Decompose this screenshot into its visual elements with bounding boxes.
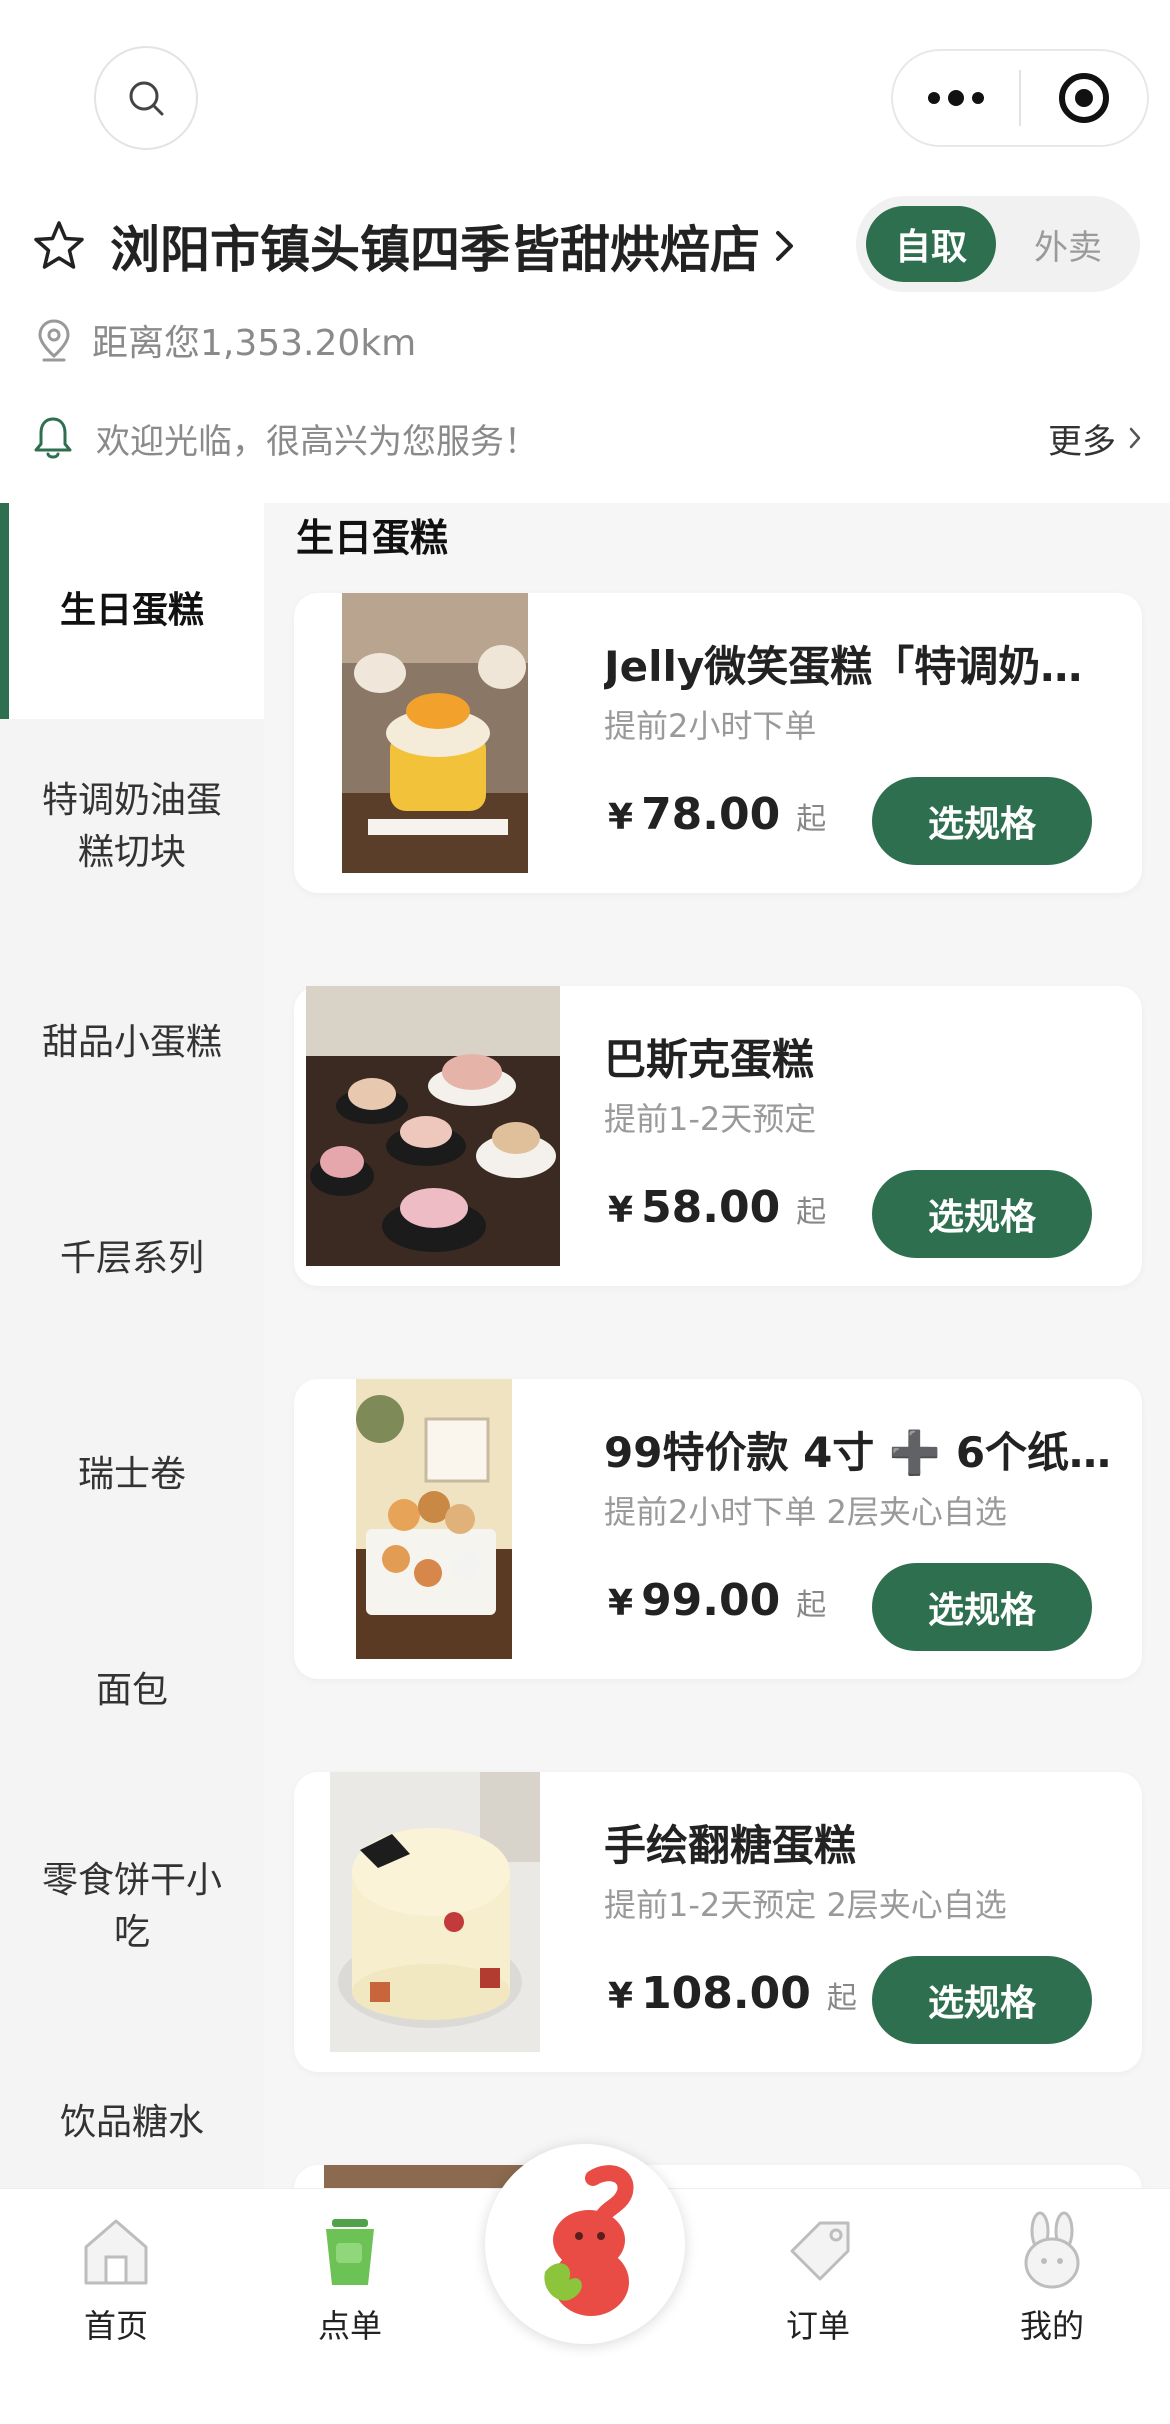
price-suffix: 起 — [796, 1195, 827, 1230]
tab-label: 订单 — [785, 2307, 850, 2345]
pickup-option[interactable]: 自取 — [866, 206, 996, 282]
sidebar-item-cream-cake-slice[interactable]: 特调奶油蛋糕切块 — [0, 719, 264, 935]
product-name: Jelly微笑蛋糕「特调奶… — [604, 642, 1083, 691]
sidebar-item-birthday-cake[interactable]: 生日蛋糕 — [0, 503, 264, 719]
product-note: 提前2小时下单 — [604, 707, 817, 745]
distance-text: 距离您1,353.20km — [92, 323, 417, 364]
sidebar-item-swiss-roll[interactable]: 瑞士卷 — [0, 1367, 264, 1583]
price-suffix: 起 — [796, 802, 827, 837]
tab-label: 首页 — [83, 2307, 148, 2345]
product-card[interactable]: 99特价款 4寸 ➕ 6个纸… 提前2小时下单 2层夹心自选 ¥ 99.00 起… — [294, 1379, 1142, 1679]
tab-label: 点单 — [317, 2307, 382, 2345]
close-program-button[interactable] — [1021, 51, 1147, 145]
tab-order[interactable]: 点单 — [270, 2211, 430, 2361]
price-value: 108.00 — [641, 1968, 811, 2019]
product-image[interactable] — [330, 1772, 540, 2052]
sidebar-item-drinks[interactable]: 饮品糖水 — [0, 2015, 264, 2188]
product-image[interactable] — [356, 1379, 512, 1659]
menu-content: 生日蛋糕 特调奶油蛋糕切块 甜品小蛋糕 千层系列 瑞士卷 面包 零食饼干小吃 饮… — [0, 503, 1170, 2188]
select-spec-button[interactable]: 选规格 — [872, 1170, 1092, 1258]
currency-symbol: ¥ — [608, 797, 634, 838]
category-sidebar: 生日蛋糕 特调奶油蛋糕切块 甜品小蛋糕 千层系列 瑞士卷 面包 零食饼干小吃 饮… — [0, 503, 264, 2188]
product-image[interactable] — [306, 986, 560, 1266]
price-suffix: 起 — [796, 1588, 827, 1623]
delivery-option[interactable]: 外卖 — [1006, 206, 1130, 282]
select-spec-button[interactable]: 选规格 — [872, 777, 1092, 865]
product-name: 巴斯克蛋糕 — [604, 1035, 815, 1084]
more-link[interactable]: 更多 — [1048, 408, 1142, 468]
select-spec-button[interactable]: 选规格 — [872, 1563, 1092, 1651]
select-spec-button[interactable]: 选规格 — [872, 1956, 1092, 2044]
currency-symbol: ¥ — [608, 1583, 634, 1624]
sidebar-item-dessert-cake[interactable]: 甜品小蛋糕 — [0, 935, 264, 1151]
bell-icon — [34, 417, 72, 459]
sidebar-item-label: 面包 — [95, 1670, 168, 1711]
product-name: 99特价款 4寸 ➕ 6个纸… — [604, 1428, 1112, 1477]
product-price: ¥ 108.00 起 — [608, 1968, 857, 2019]
price-value: 99.00 — [641, 1575, 781, 1626]
product-card[interactable]: Jelly微笑蛋糕「特调奶… 提前2小时下单 ¥ 78.00 起 选规格 — [294, 593, 1142, 893]
product-price: ¥ 78.00 起 — [608, 789, 826, 840]
tag-icon — [790, 2221, 850, 2281]
price-value: 58.00 — [641, 1182, 781, 1233]
cup-icon — [326, 2219, 374, 2285]
sidebar-item-label: 甜品小蛋糕 — [41, 1022, 222, 1063]
currency-symbol: ¥ — [608, 1190, 634, 1231]
product-image[interactable] — [342, 593, 528, 873]
rabbit-icon — [1024, 2211, 1080, 2289]
bottom-tab-bar: 首页 点单 订单 我的 — [0, 2144, 1170, 2424]
product-card[interactable] — [294, 2165, 1142, 2188]
sidebar-item-label: 瑞士卷 — [77, 1454, 186, 1495]
product-price: ¥ 58.00 起 — [608, 1182, 826, 1233]
price-suffix: 起 — [826, 1981, 857, 2016]
product-image[interactable] — [324, 2165, 524, 2188]
tab-label: 我的 — [1019, 2307, 1084, 2345]
chevron-right-icon — [1129, 427, 1141, 449]
product-note: 提前1-2天预定 — [604, 1100, 817, 1138]
product-list: 生日蛋糕 Jelly微笑蛋糕「特调奶… 提前2小时下单 ¥ 78.00 起 选规… — [264, 503, 1170, 2188]
product-note: 提前2小时下单 2层夹心自选 — [604, 1493, 1007, 1531]
delivery-mode-toggle[interactable]: 自取 外卖 — [856, 196, 1140, 292]
tab-home[interactable]: 首页 — [36, 2211, 196, 2361]
search-icon — [129, 81, 164, 116]
product-price: ¥ 99.00 起 — [608, 1575, 826, 1626]
notice-bar: 欢迎光临，很高兴为您服务！ 更多 — [32, 408, 1142, 468]
more-button[interactable] — [893, 51, 1019, 145]
more-label[interactable]: 更多 — [1048, 414, 1116, 463]
distance-row: 距离您1,353.20km — [36, 312, 416, 368]
notice-text: 欢迎光临，很高兴为您服务！ — [96, 421, 538, 462]
location-pin-icon — [38, 319, 70, 362]
target-icon — [1058, 73, 1109, 123]
product-note: 提前1-2天预定 2层夹心自选 — [604, 1886, 1007, 1924]
home-icon — [84, 2219, 148, 2285]
mascot-button[interactable] — [485, 2144, 685, 2344]
section-title: 生日蛋糕 — [296, 516, 449, 560]
sidebar-item-snacks[interactable]: 零食饼干小吃 — [0, 1799, 264, 2015]
price-value: 78.00 — [641, 789, 781, 840]
chevron-right-icon — [776, 231, 793, 261]
currency-symbol: ¥ — [608, 1976, 634, 2017]
sidebar-item-label: 零食饼干小吃 — [41, 1860, 222, 1953]
mini-program-capsule — [891, 49, 1149, 147]
product-card[interactable]: 巴斯克蛋糕 提前1-2天预定 ¥ 58.00 起 选规格 — [294, 986, 1142, 1286]
tab-orders[interactable]: 订单 — [738, 2211, 898, 2361]
sidebar-item-mille-feuille[interactable]: 千层系列 — [0, 1151, 264, 1367]
product-name: 手绘翻糖蛋糕 — [604, 1821, 857, 1870]
sidebar-item-label: 千层系列 — [59, 1238, 204, 1279]
more-dots-icon — [928, 90, 984, 106]
product-card[interactable]: 手绘翻糖蛋糕 提前1-2天预定 2层夹心自选 ¥ 108.00 起 选规格 — [294, 1772, 1142, 2072]
sidebar-item-label: 特调奶油蛋糕切块 — [41, 780, 222, 873]
sidebar-item-bread[interactable]: 面包 — [0, 1583, 264, 1799]
store-name[interactable]: 浏阳市镇头镇四季皆甜烘焙店 — [110, 210, 760, 282]
star-icon[interactable] — [32, 219, 86, 273]
search-button[interactable] — [94, 46, 198, 150]
page: 浏阳市镇头镇四季皆甜烘焙店 自取 外卖 距离您1,353.20km 欢迎光临，很… — [0, 0, 1170, 2424]
tab-mine[interactable]: 我的 — [972, 2211, 1132, 2361]
sidebar-item-label: 生日蛋糕 — [59, 590, 204, 631]
sidebar-item-label: 饮品糖水 — [59, 2102, 204, 2143]
mascot-icon — [544, 2165, 634, 2316]
